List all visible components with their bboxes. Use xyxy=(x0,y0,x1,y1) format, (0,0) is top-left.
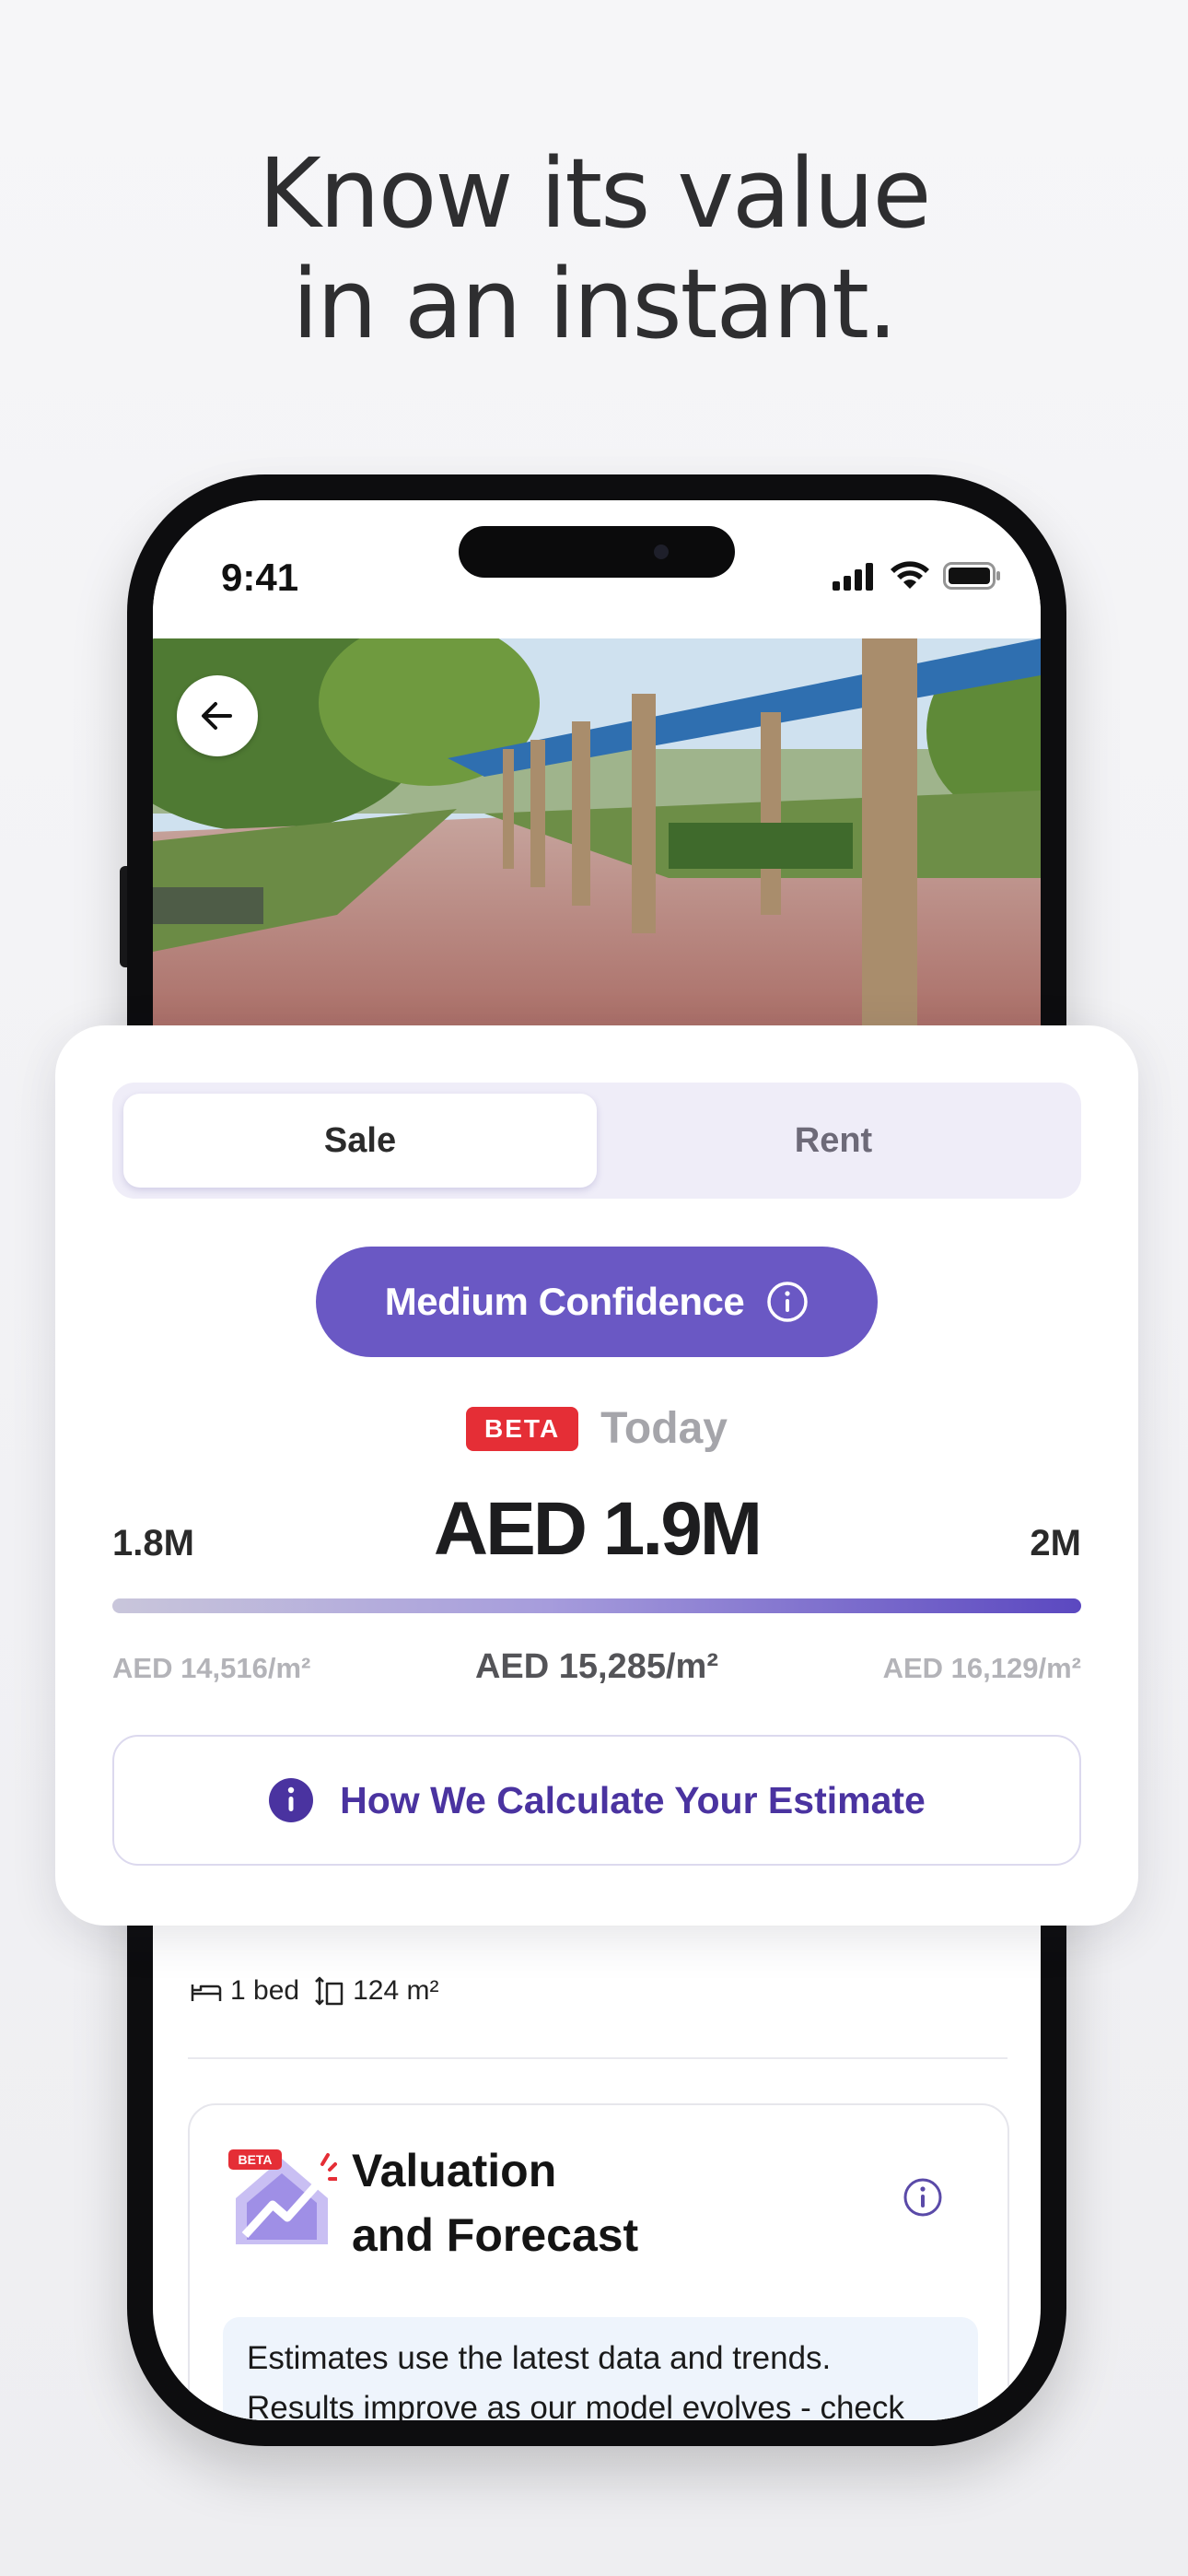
how-we-calculate-label: How We Calculate Your Estimate xyxy=(340,1778,926,1821)
valuation-title: Valuation and Forecast xyxy=(352,2145,639,2261)
sale-rent-toggle: Sale Rent xyxy=(112,1083,1081,1199)
cellular-signal-icon xyxy=(833,563,873,591)
beds-meta: 1 bed xyxy=(190,1975,299,2007)
estimate-value: AED 1.9M xyxy=(433,1487,763,1571)
info-filled-icon xyxy=(269,1778,314,1822)
property-photo xyxy=(153,638,1041,1062)
valuation-note: Estimates use the latest data and trends… xyxy=(223,2317,978,2420)
area-meta: 124 m² xyxy=(312,1974,438,2008)
status-icons xyxy=(831,561,1002,591)
arrow-left-icon xyxy=(202,702,232,730)
wifi-icon xyxy=(891,561,929,589)
period-label: Today xyxy=(600,1404,728,1453)
beta-today-row: BETA Today xyxy=(55,1403,1138,1454)
estimate-card: Sale Rent Medium Confidence BETA Today A… xyxy=(55,1025,1138,1926)
status-bar: 9:41 xyxy=(153,500,1041,638)
range-bar xyxy=(112,1598,1081,1613)
valuation-forecast-card[interactable]: BETA Valuation and Forecast Estimates us… xyxy=(188,2103,1009,2420)
confidence-label: Medium Confidence xyxy=(384,1280,745,1323)
beta-badge: BETA xyxy=(466,1406,579,1451)
section-divider xyxy=(188,2057,1007,2059)
range-high: 2M xyxy=(1030,1523,1081,1563)
info-icon xyxy=(767,1282,809,1322)
property-meta: 1 bed 124 m² xyxy=(190,1974,438,2008)
battery-icon xyxy=(943,562,1000,590)
valuation-house-icon: BETA xyxy=(227,2148,338,2249)
headline-line-2: in an instant. xyxy=(292,248,898,360)
bed-icon xyxy=(191,1985,222,2001)
headline: Know its value in an instant. xyxy=(0,138,1188,359)
dynamic-island xyxy=(459,526,735,578)
beds-value: 1 bed xyxy=(230,1975,300,2006)
headline-line-1: Know its value xyxy=(258,137,932,250)
property-photo-illustration xyxy=(153,638,1041,1062)
status-time: 9:41 xyxy=(221,556,299,599)
area-icon xyxy=(315,1976,344,2006)
valuation-beta-badge: BETA xyxy=(238,2152,272,2167)
tab-sale[interactable]: Sale xyxy=(123,1094,597,1188)
valuation-info-icon[interactable] xyxy=(903,2177,943,2222)
tab-rent[interactable]: Rent xyxy=(597,1094,1070,1188)
range-low: 1.8M xyxy=(112,1523,194,1563)
how-we-calculate-button[interactable]: How We Calculate Your Estimate xyxy=(112,1735,1081,1866)
price-per-sqm-high: AED 16,129/m² xyxy=(882,1652,1081,1684)
confidence-pill[interactable]: Medium Confidence xyxy=(316,1247,878,1357)
area-value: 124 m² xyxy=(353,1975,439,2006)
back-button[interactable] xyxy=(177,675,258,756)
